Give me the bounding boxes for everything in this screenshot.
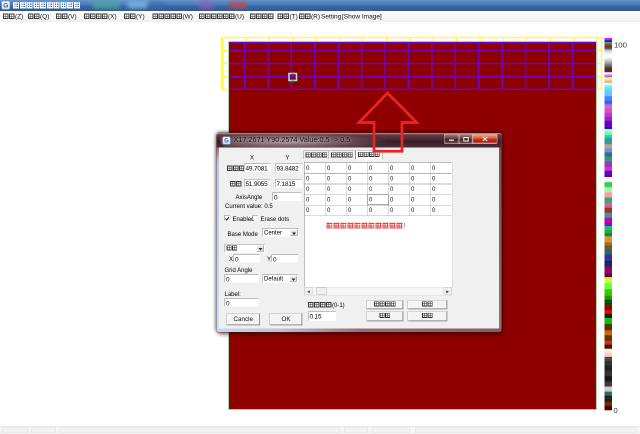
- svg-text:100: 100: [614, 41, 627, 50]
- svg-text:0: 0: [614, 406, 618, 415]
